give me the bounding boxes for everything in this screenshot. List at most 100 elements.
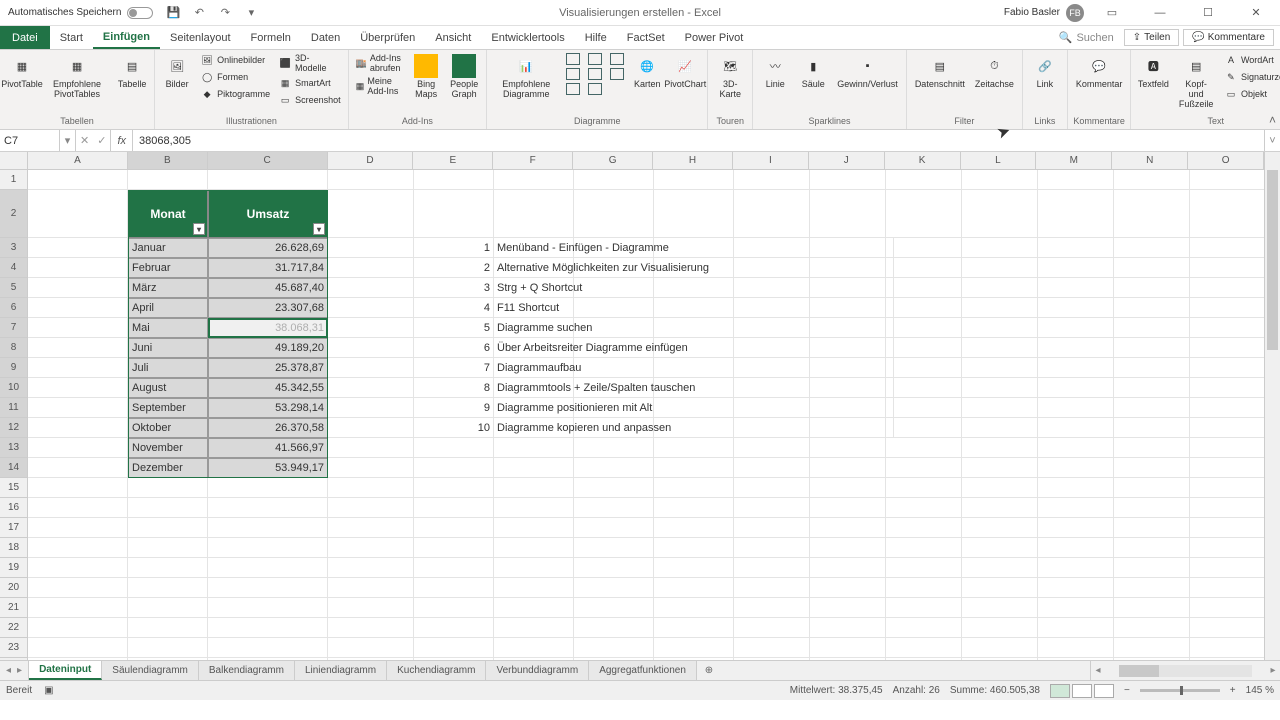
table-cell-umsatz-5[interactable]: 45.687,40 [208, 278, 328, 298]
sheet-tab-kuchendiagramm[interactable]: Kuchendiagramm [387, 661, 486, 680]
sheet-tab-säulendiagramm[interactable]: Säulendiagramm [102, 661, 199, 680]
account-button[interactable]: Fabio Basler FB [1004, 4, 1084, 22]
cell-J18[interactable] [810, 538, 886, 558]
note-text-11[interactable]: Diagramme positionieren mit Alt [494, 398, 894, 418]
cell-K20[interactable] [886, 578, 962, 598]
cell-M19[interactable] [1038, 558, 1114, 578]
zoom-slider[interactable] [1140, 689, 1220, 692]
cell-E21[interactable] [414, 598, 494, 618]
table-cell-umsatz-3[interactable]: 26.628,69 [208, 238, 328, 258]
cell-G1[interactable] [574, 170, 654, 190]
cell-I22[interactable] [734, 618, 810, 638]
col-header-M[interactable]: M [1036, 152, 1112, 169]
sheet-prev-icon[interactable]: ◂ [6, 665, 11, 676]
cell-L11[interactable] [962, 398, 1038, 418]
cell-M2[interactable] [1038, 190, 1114, 238]
cell-L17[interactable] [962, 518, 1038, 538]
wordart-button[interactable]: AWordArt [1221, 52, 1280, 68]
note-num-10[interactable]: 8 [414, 378, 494, 398]
tab-start[interactable]: Start [50, 26, 93, 49]
table-cell-umsatz-13[interactable]: 41.566,97 [208, 438, 328, 458]
cell-M10[interactable] [1038, 378, 1114, 398]
minimize-icon[interactable]: — [1140, 0, 1180, 26]
row-header-17[interactable]: 17 [0, 518, 27, 538]
cell-A3[interactable] [28, 238, 128, 258]
cell-O23[interactable] [1190, 638, 1266, 658]
tab-daten[interactable]: Daten [301, 26, 350, 49]
cell-D11[interactable] [328, 398, 414, 418]
cell-A13[interactable] [28, 438, 128, 458]
cell-A15[interactable] [28, 478, 128, 498]
cell-K11[interactable] [886, 398, 962, 418]
online-pictures-button[interactable]: 🖼Onlinebilder [197, 52, 273, 68]
table-cell-monat-12[interactable]: Oktober [128, 418, 208, 438]
note-text-10[interactable]: Diagrammtools + Zeile/Spalten tauschen [494, 378, 894, 398]
cell-O8[interactable] [1190, 338, 1266, 358]
col-header-G[interactable]: G [573, 152, 653, 169]
cell-C15[interactable] [208, 478, 328, 498]
col-header-H[interactable]: H [653, 152, 733, 169]
cell-D18[interactable] [328, 538, 414, 558]
cell-J2[interactable] [810, 190, 886, 238]
column-chart-button[interactable] [563, 52, 583, 66]
cell-O9[interactable] [1190, 358, 1266, 378]
cell-N13[interactable] [1114, 438, 1190, 458]
col-header-N[interactable]: N [1112, 152, 1188, 169]
recommended-pivot-button[interactable]: ▦Empfohlene PivotTables [42, 52, 112, 102]
row-headers[interactable]: 123456789101112131415161718192021222324 [0, 170, 28, 660]
cell-H17[interactable] [654, 518, 734, 538]
cell-E2[interactable] [414, 190, 494, 238]
cell-H21[interactable] [654, 598, 734, 618]
cell-M23[interactable] [1038, 638, 1114, 658]
cell-H16[interactable] [654, 498, 734, 518]
table-cell-monat-8[interactable]: Juni [128, 338, 208, 358]
cell-M4[interactable] [1038, 258, 1114, 278]
filter-dropdown-icon[interactable]: ▾ [313, 223, 325, 235]
cell-J23[interactable] [810, 638, 886, 658]
col-header-E[interactable]: E [413, 152, 493, 169]
cell-K22[interactable] [886, 618, 962, 638]
col-header-O[interactable]: O [1188, 152, 1264, 169]
insert-function-button[interactable]: fx [111, 130, 133, 151]
cell-H22[interactable] [654, 618, 734, 638]
cell-A24[interactable] [28, 658, 128, 660]
sheet-nav-buttons[interactable]: ◂▸ [0, 661, 29, 680]
cell-E14[interactable] [414, 458, 494, 478]
cell-N2[interactable] [1114, 190, 1190, 238]
cell-H1[interactable] [654, 170, 734, 190]
accept-formula-icon[interactable]: ✓ [97, 134, 106, 147]
cell-M11[interactable] [1038, 398, 1114, 418]
table-header-umsatz[interactable]: Umsatz▾ [208, 190, 328, 238]
column-headers[interactable]: ABCDEFGHIJKLMNO [28, 152, 1264, 170]
cell-A7[interactable] [28, 318, 128, 338]
comments-button[interactable]: 💬 Kommentare [1183, 29, 1274, 46]
cell-F1[interactable] [494, 170, 574, 190]
cell-D4[interactable] [328, 258, 414, 278]
collapse-ribbon-icon[interactable]: ˄ [1269, 113, 1276, 127]
note-num-12[interactable]: 10 [414, 418, 494, 438]
cell-H19[interactable] [654, 558, 734, 578]
cell-F17[interactable] [494, 518, 574, 538]
3dmodels-button[interactable]: ⬛3D-Modelle [275, 52, 344, 74]
add-sheet-button[interactable]: ⊕ [697, 661, 721, 680]
sheet-tab-verbunddiagramm[interactable]: Verbunddiagramm [486, 661, 589, 680]
cell-L24[interactable] [962, 658, 1038, 660]
bing-maps-button[interactable]: Bing Maps [408, 52, 444, 102]
zoom-level[interactable]: 145 % [1246, 685, 1274, 696]
cell-B24[interactable] [128, 658, 208, 660]
cell-A6[interactable] [28, 298, 128, 318]
cell-C21[interactable] [208, 598, 328, 618]
cell-K8[interactable] [886, 338, 962, 358]
cell-O19[interactable] [1190, 558, 1266, 578]
slicer-button[interactable]: ▤Datenschnitt [911, 52, 969, 92]
cell-E19[interactable] [414, 558, 494, 578]
3dmap-button[interactable]: 🗺3D-Karte [712, 52, 748, 102]
cell-D12[interactable] [328, 418, 414, 438]
table-cell-umsatz-14[interactable]: 53.949,17 [208, 458, 328, 478]
cell-L23[interactable] [962, 638, 1038, 658]
hscroll-left-icon[interactable]: ◂ [1091, 665, 1105, 676]
row-header-2[interactable]: 2 [0, 190, 27, 238]
screenshot-button[interactable]: ▭Screenshot [275, 92, 344, 108]
table-cell-monat-13[interactable]: November [128, 438, 208, 458]
cell-N11[interactable] [1114, 398, 1190, 418]
